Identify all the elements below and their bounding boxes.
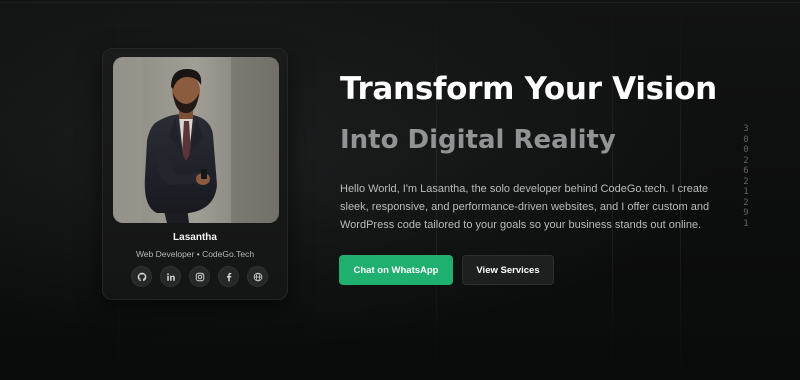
profile-photo — [113, 57, 279, 223]
hero-headline: Transform Your Vision — [340, 71, 717, 107]
matrix-digit: 3 — [743, 124, 749, 134]
linkedin-icon — [166, 272, 175, 281]
matrix-digits: 3 0 0 2 6 2 1 2 9 1 — [740, 124, 752, 229]
matrix-digit: 2 — [743, 155, 749, 166]
profile-role: Web Developer • CodeGo.Tech — [135, 249, 255, 259]
instagram-link[interactable] — [189, 266, 210, 287]
instagram-icon — [195, 272, 204, 281]
matrix-digit: 2 — [743, 197, 749, 208]
facebook-icon — [226, 272, 231, 281]
website-link[interactable] — [247, 266, 268, 287]
facebook-link[interactable] — [218, 266, 239, 287]
matrix-digit: 2 — [743, 176, 749, 187]
matrix-digit: 0 — [743, 134, 749, 145]
hero-description: Hello World, I'm Lasantha, the solo deve… — [340, 183, 710, 231]
social-links — [131, 266, 268, 287]
profile-name: Lasantha — [173, 232, 217, 243]
matrix-digit: 6 — [743, 166, 749, 176]
github-icon — [137, 272, 146, 281]
matrix-digit: 9 — [743, 208, 749, 218]
linkedin-link[interactable] — [160, 266, 181, 287]
globe-icon — [253, 272, 262, 281]
hero-subheadline: Into Digital Reality — [340, 125, 616, 155]
profile-card: Lasantha Web Developer • CodeGo.Tech — [102, 48, 288, 300]
matrix-digit: 1 — [743, 218, 749, 229]
chat-whatsapp-button[interactable]: Chat on WhatsApp — [339, 255, 453, 285]
matrix-digit: 0 — [743, 145, 749, 155]
matrix-digit: 1 — [743, 187, 749, 197]
view-services-button[interactable]: View Services — [462, 255, 554, 285]
github-link[interactable] — [131, 266, 152, 287]
